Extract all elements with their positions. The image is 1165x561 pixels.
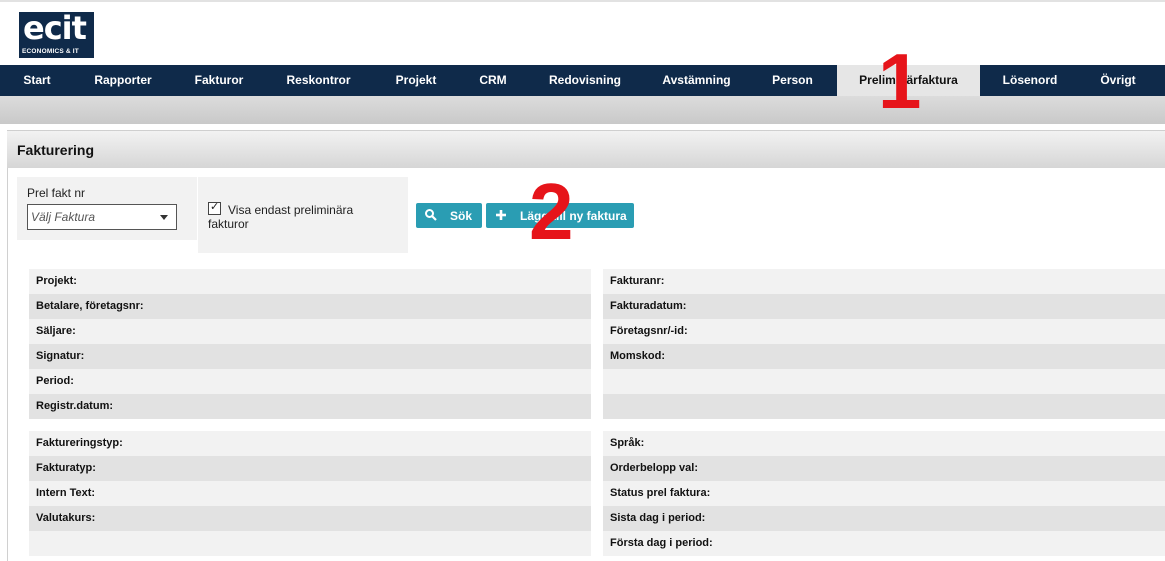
detail-label: Projekt:: [36, 275, 77, 287]
detail-label: Säljare:: [36, 325, 76, 337]
details-right-bottom: Språk: Orderbelopp val: Status prel fakt…: [603, 431, 1165, 556]
detail-label: Betalare, företagsnr:: [36, 300, 144, 312]
detail-label: Fakturadatum:: [610, 300, 687, 312]
preliminary-filter-area: Visa endast preliminära fakturor ✓: [198, 177, 408, 253]
search-button[interactable]: Sök: [416, 203, 482, 228]
ecit-logo[interactable]: ecit ECONOMICS & IT: [19, 9, 94, 58]
detail-row: Fakturatyp:: [29, 456, 591, 481]
detail-label: Momskod:: [610, 350, 665, 362]
detail-label: Första dag i period:: [610, 537, 713, 549]
details-right-top: Fakturanr: Fakturadatum: Företagsnr/-id:…: [603, 269, 1165, 419]
nav-item-avstamning[interactable]: Avstämning: [645, 65, 748, 96]
logo-text: ecit: [23, 9, 87, 47]
details-left-top: Projekt: Betalare, företagsnr: Säljare: …: [29, 269, 591, 419]
detail-row: Projekt:: [29, 269, 591, 294]
nav-item-redovisning[interactable]: Redovisning: [525, 65, 645, 96]
detail-row: Första dag i period:: [603, 531, 1165, 556]
preliminary-only-checkbox[interactable]: ✓: [208, 201, 221, 215]
detail-row: Språk:: [603, 431, 1165, 456]
detail-label: Signatur:: [36, 350, 85, 362]
detail-row: Period:: [29, 369, 591, 394]
top-border: [0, 0, 1165, 2]
prel-fakt-label: Prel fakt nr: [27, 186, 86, 200]
checkmark-icon: ✓: [210, 201, 220, 213]
detail-label: Orderbelopp val:: [610, 462, 699, 474]
plus-icon: [496, 210, 506, 220]
detail-row: Säljare:: [29, 319, 591, 344]
invoice-select-placeholder: Välj Faktura: [31, 210, 96, 224]
detail-label: Företagsnr/-id:: [610, 325, 688, 337]
search-icon: [425, 209, 437, 221]
detail-row: Momskod:: [603, 344, 1165, 369]
invoice-select[interactable]: Välj Faktura: [27, 204, 177, 230]
detail-row: [29, 531, 591, 556]
detail-row: Fakturanr:: [603, 269, 1165, 294]
checkbox-label: Visa endast preliminära fakturor: [208, 203, 354, 231]
detail-row: Status prel faktura:: [603, 481, 1165, 506]
detail-row: Intern Text:: [29, 481, 591, 506]
detail-label: Registr.datum:: [36, 400, 114, 412]
nav-item-reskontror[interactable]: Reskontror: [266, 65, 371, 96]
nav-item-ovrigt[interactable]: Övrigt: [1080, 65, 1156, 96]
detail-row: Signatur:: [29, 344, 591, 369]
detail-label: Sista dag i period:: [610, 512, 706, 524]
detail-label: Faktureringstyp:: [36, 437, 123, 449]
sub-nav-bar: [0, 96, 1165, 124]
panel-title: Fakturering: [17, 142, 95, 158]
nav-item-projekt[interactable]: Projekt: [371, 65, 461, 96]
detail-label: Status prel faktura:: [610, 487, 711, 499]
detail-row: Faktureringstyp:: [29, 431, 591, 456]
nav-item-crm[interactable]: CRM: [461, 65, 525, 96]
nav-item-rapporter[interactable]: Rapporter: [74, 65, 172, 96]
detail-row: Betalare, företagsnr:: [29, 294, 591, 319]
annotation-number-2: 2: [529, 167, 574, 256]
detail-row: Valutakurs:: [29, 506, 591, 531]
detail-row: [603, 369, 1165, 394]
nav-item-person[interactable]: Person: [748, 65, 837, 96]
chevron-down-icon: [160, 215, 168, 220]
detail-row: Företagsnr/-id:: [603, 319, 1165, 344]
detail-row: Orderbelopp val:: [603, 456, 1165, 481]
nav-item-fakturor[interactable]: Fakturor: [172, 65, 266, 96]
annotation-number-1: 1: [878, 37, 922, 125]
panel-header: Fakturering: [7, 130, 1165, 168]
detail-row: Fakturadatum:: [603, 294, 1165, 319]
detail-label: Fakturatyp:: [36, 462, 96, 474]
logo-subtext: ECONOMICS & IT: [22, 48, 79, 55]
detail-label: Valutakurs:: [36, 512, 96, 524]
nav-item-start[interactable]: Start: [0, 65, 74, 96]
detail-row: [603, 394, 1165, 419]
search-button-label: Sök: [450, 209, 473, 223]
detail-label: Period:: [36, 375, 74, 387]
details-left-bottom: Faktureringstyp: Fakturatyp: Intern Text…: [29, 431, 591, 556]
detail-row: Registr.datum:: [29, 394, 591, 419]
prel-fakt-filter: Prel fakt nr Välj Faktura: [17, 177, 197, 240]
nav-item-losenord[interactable]: Lösenord: [980, 65, 1080, 96]
main-nav: Start Rapporter Fakturor Reskontror Proj…: [0, 65, 1165, 96]
detail-label: Fakturanr:: [610, 275, 665, 287]
detail-label: Språk:: [610, 437, 645, 449]
detail-label: Intern Text:: [36, 487, 96, 499]
detail-row: Sista dag i period:: [603, 506, 1165, 531]
